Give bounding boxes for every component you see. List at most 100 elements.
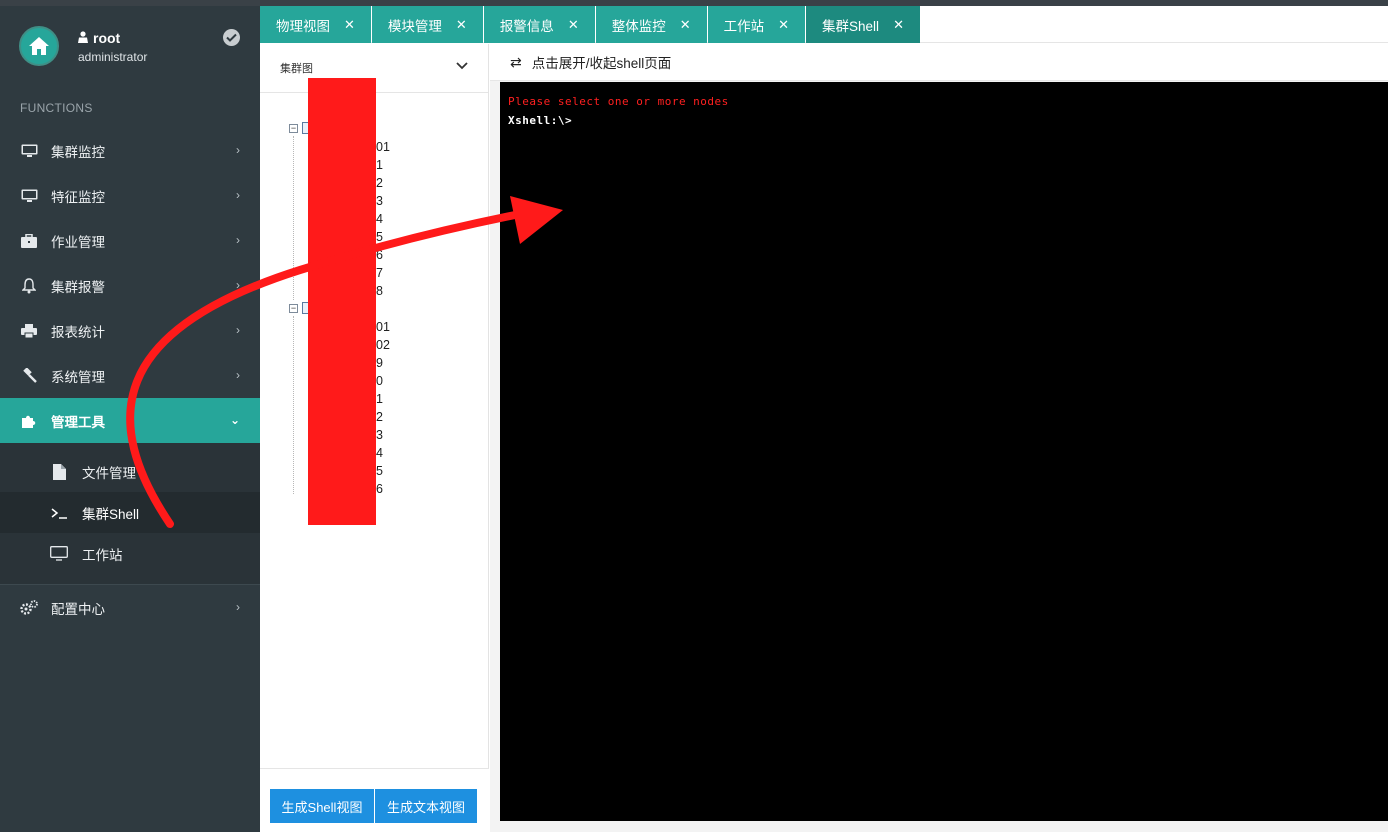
tree-node[interactable]: 5	[376, 228, 383, 246]
monitor-icon	[20, 142, 38, 160]
tab-label: 物理视图	[276, 18, 330, 34]
home-avatar-icon[interactable]	[19, 26, 59, 66]
sidebar-subitem-label: 文件管理	[82, 465, 136, 481]
sidebar-item-label: 集群监控	[51, 144, 105, 160]
tab-label: 整体监控	[611, 18, 666, 34]
section-title: FUNCTIONS	[20, 101, 93, 115]
tab-alarm-info[interactable]: 报警信息 ✕	[483, 6, 595, 43]
chevron-right-icon: ›	[236, 323, 240, 337]
close-icon[interactable]: ✕	[893, 17, 904, 33]
shell-toggle-bar[interactable]: ⇄ 点击展开/收起shell页面	[490, 44, 1388, 81]
terminal-error-line: Please select one or more nodes	[508, 95, 729, 108]
shell-terminal[interactable]: Please select one or more nodes Xshell:\…	[500, 82, 1388, 821]
sidebar-item-cluster-alarm[interactable]: 集群报警 ›	[0, 263, 260, 308]
close-icon[interactable]: ✕	[680, 17, 691, 33]
tree-node[interactable]: 1	[376, 390, 383, 408]
chevron-right-icon: ›	[236, 143, 240, 157]
tab-workstation[interactable]: 工作站 ✕	[707, 6, 806, 43]
tree-node[interactable]: 01	[376, 138, 390, 156]
close-icon[interactable]: ✕	[568, 17, 579, 33]
terminal-prompt: Xshell:\>	[508, 114, 573, 127]
tree-node[interactable]: 2	[376, 408, 383, 426]
gavel-icon	[20, 367, 38, 385]
chevron-right-icon: ›	[236, 368, 240, 382]
check-circle-icon	[223, 29, 240, 46]
tree-node[interactable]: 4	[376, 210, 383, 228]
cogs-icon	[20, 599, 38, 617]
tree-node[interactable]: 4	[376, 444, 383, 462]
tree-node[interactable]: 6	[376, 480, 383, 498]
sidebar-item-label: 管理工具	[51, 414, 105, 430]
user-role: administrator	[78, 50, 148, 64]
tree-node[interactable]: 02	[376, 336, 390, 354]
briefcase-icon	[20, 232, 38, 250]
terminal-icon	[50, 507, 68, 519]
generate-text-view-button[interactable]: 生成文本视图	[375, 789, 477, 823]
sidebar-item-feature-monitor[interactable]: 特征监控 ›	[0, 173, 260, 218]
chevron-right-icon: ›	[236, 278, 240, 292]
tree-node[interactable]: 6	[376, 246, 383, 264]
sidebar-menu: 集群监控 › 特征监控 › 作业管理 › 集群报警 › 报表统计 › 系统管理 …	[0, 128, 260, 630]
tab-physical-view[interactable]: 物理视图 ✕	[260, 6, 371, 43]
exchange-icon: ⇄	[510, 53, 522, 70]
chevron-right-icon: ›	[236, 188, 240, 202]
chevron-down-icon: ⌄	[229, 413, 240, 427]
user-name: root	[78, 30, 120, 46]
desktop-icon	[50, 546, 68, 561]
shell-toggle-label: 点击展开/收起shell页面	[531, 56, 672, 71]
tree-line	[293, 136, 294, 300]
puzzle-icon	[20, 412, 38, 430]
tree-node[interactable]: 3	[376, 192, 383, 210]
tab-label: 模块管理	[387, 18, 442, 34]
tree-node[interactable]: 01	[376, 318, 390, 336]
tab-label: 工作站	[723, 18, 765, 34]
sidebar-subitem-label: 工作站	[82, 547, 123, 563]
user-panel: root administrator	[0, 6, 260, 86]
tree-node[interactable]: 5	[376, 462, 383, 480]
sidebar-item-cluster-monitor[interactable]: 集群监控 ›	[0, 128, 260, 173]
tree-node[interactable]: 1	[376, 156, 383, 174]
chevron-right-icon: ›	[236, 233, 240, 247]
tab-cluster-shell[interactable]: 集群Shell ✕	[806, 6, 920, 43]
sidebar-item-label: 集群报警	[51, 279, 105, 295]
tree-node[interactable]: 8	[376, 282, 383, 300]
chevron-down-icon	[456, 61, 468, 73]
generate-shell-view-button[interactable]: 生成Shell视图	[270, 789, 374, 823]
sidebar-item-management-tools[interactable]: 管理工具 ⌄	[0, 398, 260, 443]
submenu-management-tools: 文件管理 集群Shell 工作站	[0, 443, 260, 584]
close-icon[interactable]: ✕	[344, 17, 355, 33]
collapse-toggle-icon[interactable]: −	[289, 124, 298, 133]
tree-line	[293, 316, 294, 494]
tab-label: 报警信息	[499, 18, 554, 34]
tree-node[interactable]: 3	[376, 426, 383, 444]
sidebar-item-system-management[interactable]: 系统管理 ›	[0, 353, 260, 398]
sidebar-item-label: 配置中心	[51, 601, 105, 617]
sidebar-subitem-workstation[interactable]: 工作站	[0, 533, 260, 574]
tree-panel-footer: 生成Shell视图 生成文本视图	[260, 768, 489, 832]
sidebar-item-label: 特征监控	[51, 189, 105, 205]
sidebar: root administrator FUNCTIONS 集群监控 › 特征监控…	[0, 6, 260, 832]
tree-node[interactable]: 0	[376, 372, 383, 390]
sidebar-item-job-management[interactable]: 作业管理 ›	[0, 218, 260, 263]
user-icon	[78, 30, 88, 46]
sidebar-item-label: 报表统计	[51, 324, 105, 340]
sidebar-item-label: 作业管理	[51, 234, 105, 250]
collapse-toggle-icon[interactable]: −	[289, 304, 298, 313]
tab-overall-monitor[interactable]: 整体监控 ✕	[595, 6, 707, 43]
tree-node[interactable]: 7	[376, 264, 383, 282]
close-icon[interactable]: ✕	[456, 17, 467, 33]
redaction-box	[308, 78, 376, 525]
sidebar-subitem-cluster-shell[interactable]: 集群Shell	[0, 492, 260, 533]
monitor-icon	[20, 187, 38, 205]
sidebar-item-config-center[interactable]: 配置中心 ›	[0, 585, 260, 630]
sidebar-item-report-stats[interactable]: 报表统计 ›	[0, 308, 260, 353]
cluster-graph-select-label: 集群图	[280, 63, 313, 75]
user-name-text: root	[93, 30, 121, 46]
tab-module-management[interactable]: 模块管理 ✕	[371, 6, 483, 43]
tree-node[interactable]: 9	[376, 354, 383, 372]
tree-node[interactable]: 2	[376, 174, 383, 192]
printer-icon	[20, 322, 38, 340]
close-icon[interactable]: ✕	[778, 17, 789, 33]
sidebar-subitem-file-management[interactable]: 文件管理	[0, 451, 260, 492]
shell-panel: ⇄ 点击展开/收起shell页面 Please select one or mo…	[490, 44, 1388, 832]
